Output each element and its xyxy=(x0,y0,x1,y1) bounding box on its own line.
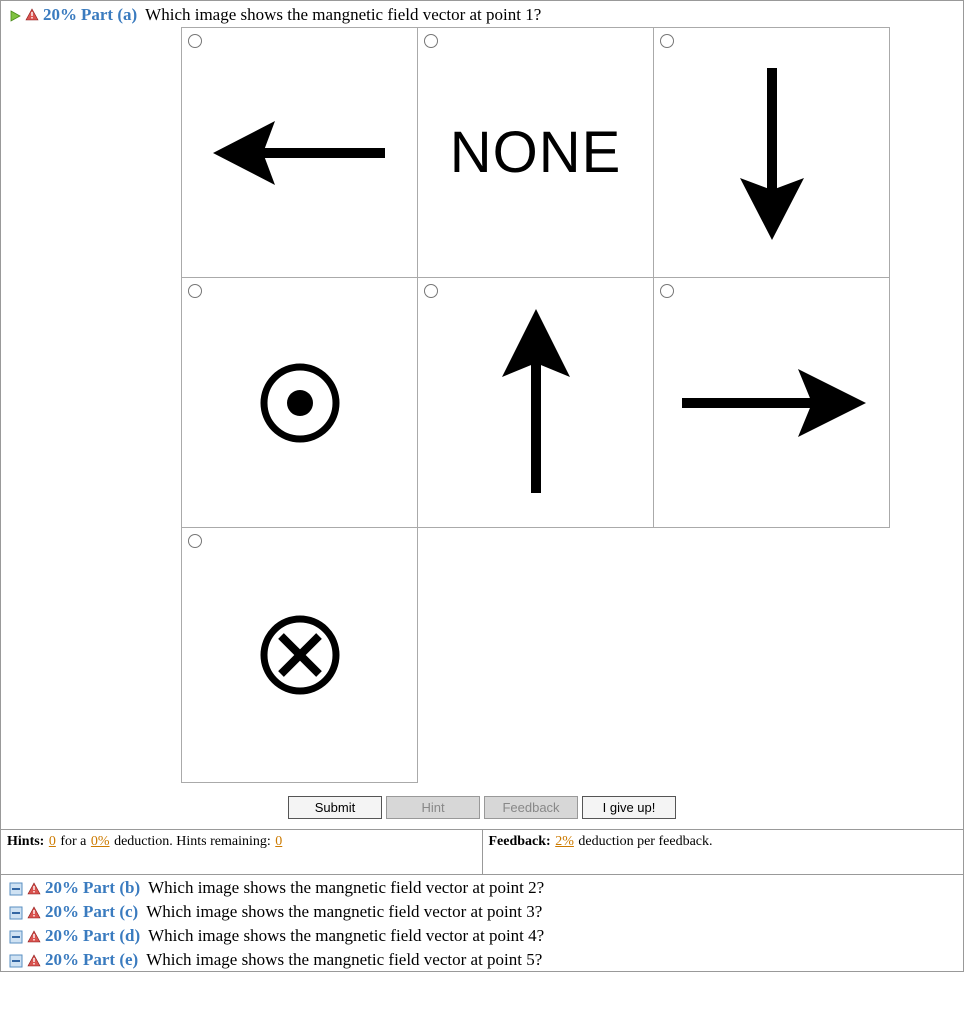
warning-icon xyxy=(27,953,41,967)
question-text: Which image shows the mangnetic field ve… xyxy=(148,926,544,946)
giveup-button[interactable]: I give up! xyxy=(582,796,676,819)
option-radio[interactable] xyxy=(188,534,202,548)
warning-icon xyxy=(25,8,39,22)
hints-mid1: for a xyxy=(60,834,90,849)
option-radio[interactable] xyxy=(660,284,674,298)
hints-info: Hints: 0 for a 0% deduction. Hints remai… xyxy=(1,830,482,874)
collapse-icon[interactable] xyxy=(9,905,23,919)
hints-deduction: 0% xyxy=(90,834,111,849)
hints-label: Hints: xyxy=(7,834,44,849)
hints-used: 0 xyxy=(48,834,57,849)
collapse-icon[interactable] xyxy=(9,881,23,895)
part-percent: 20% xyxy=(45,926,79,946)
left-arrow-icon xyxy=(182,28,417,277)
collapse-icon[interactable] xyxy=(9,953,23,967)
part-label: Part (b) xyxy=(83,878,140,898)
out-of-page-icon xyxy=(182,278,417,527)
part-label: Part (c) xyxy=(83,902,138,922)
question-text: Which image shows the mangnetic field ve… xyxy=(148,878,544,898)
warning-icon xyxy=(27,905,41,919)
warning-icon xyxy=(27,929,41,943)
feedback-button[interactable]: Feedback xyxy=(484,796,578,819)
option-radio[interactable] xyxy=(660,34,674,48)
part-percent: 20% xyxy=(45,878,79,898)
part-row[interactable]: 20% Part (d) Which image shows the mangn… xyxy=(1,923,963,947)
other-parts: 20% Part (b) Which image shows the mangn… xyxy=(1,874,963,971)
options-grid: NONE xyxy=(181,27,892,782)
right-arrow-icon xyxy=(654,278,889,527)
options-area: NONE xyxy=(1,27,963,792)
expand-icon[interactable] xyxy=(9,9,21,21)
feedback-info: Feedback: 2% deduction per feedback. xyxy=(482,830,964,874)
down-arrow-icon xyxy=(654,28,889,277)
feedback-label: Feedback: xyxy=(489,834,551,849)
part-a-header: 20% Part (a) Which image shows the mangn… xyxy=(1,1,963,27)
hint-button[interactable]: Hint xyxy=(386,796,480,819)
question-text: Which image shows the mangnetic field ve… xyxy=(146,950,542,970)
into-page-icon xyxy=(182,528,417,782)
part-row[interactable]: 20% Part (e) Which image shows the mangn… xyxy=(1,947,963,971)
feedback-suffix: deduction per feedback. xyxy=(578,834,712,849)
collapse-icon[interactable] xyxy=(9,929,23,943)
option-radio[interactable] xyxy=(424,34,438,48)
part-label: Part (d) xyxy=(83,926,140,946)
hints-mid2: deduction. Hints remaining: xyxy=(114,834,274,849)
question-text: Which image shows the mangnetic field ve… xyxy=(146,902,542,922)
part-row[interactable]: 20% Part (c) Which image shows the mangn… xyxy=(1,899,963,923)
part-percent: 20% xyxy=(45,902,79,922)
part-row[interactable]: 20% Part (b) Which image shows the mangn… xyxy=(1,875,963,899)
part-percent: 20% xyxy=(43,5,77,25)
option-radio[interactable] xyxy=(424,284,438,298)
option-right-arrow[interactable] xyxy=(653,277,890,528)
part-label: Part (e) xyxy=(83,950,138,970)
option-left-arrow[interactable] xyxy=(181,27,418,278)
option-down-arrow[interactable] xyxy=(653,27,890,278)
warning-icon xyxy=(27,881,41,895)
actions-row: Submit Hint Feedback I give up! xyxy=(1,792,963,829)
option-radio[interactable] xyxy=(188,284,202,298)
option-cross-in[interactable] xyxy=(181,527,418,783)
feedback-deduction: 2% xyxy=(554,834,575,849)
part-label: Part (a) xyxy=(81,5,137,25)
option-dot-out[interactable] xyxy=(181,277,418,528)
info-row: Hints: 0 for a 0% deduction. Hints remai… xyxy=(1,829,963,874)
option-radio[interactable] xyxy=(188,34,202,48)
up-arrow-icon xyxy=(418,278,653,527)
option-up-arrow[interactable] xyxy=(417,277,654,528)
problem-container: 20% Part (a) Which image shows the mangn… xyxy=(0,0,964,972)
option-none[interactable]: NONE xyxy=(417,27,654,278)
part-percent: 20% xyxy=(45,950,79,970)
question-text: Which image shows the mangnetic field ve… xyxy=(145,5,541,25)
hints-remaining: 0 xyxy=(274,834,283,849)
submit-button[interactable]: Submit xyxy=(288,796,382,819)
none-label: NONE xyxy=(450,119,622,186)
